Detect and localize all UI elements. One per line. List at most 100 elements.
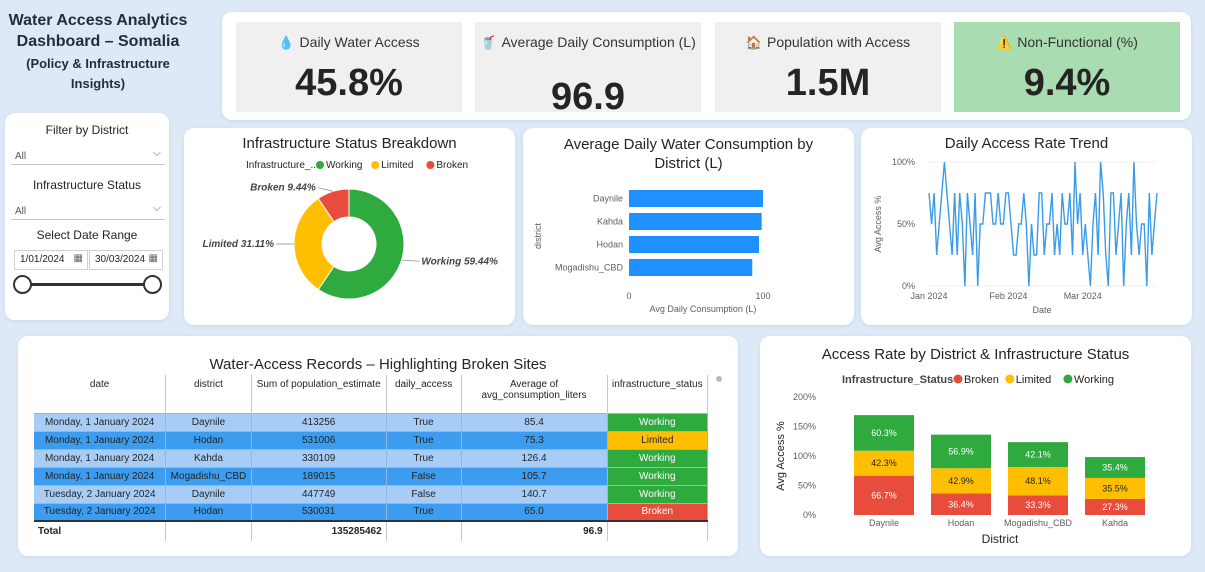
table-row[interactable]: Monday, 1 January 2024 Mogadishu_CBD 18901… (34, 466, 709, 485)
table-cell: Limited (607, 430, 709, 449)
table-cell: Daynile (165, 412, 252, 431)
x-tick-label: Mogadishu_CBD (1004, 518, 1073, 528)
total-population: 135285462 (251, 520, 387, 541)
date-slider-track[interactable] (23, 283, 157, 286)
column-header[interactable]: Average of avg_consumption_liters (461, 375, 608, 413)
y-tick-label: 50% (798, 481, 816, 491)
data-label: 48.1% (1025, 476, 1051, 486)
kpi-value: 45.8% (295, 62, 403, 104)
infra-status-dropdown[interactable]: All ⌵ (11, 200, 165, 220)
slice-label: Limited 31.11% (202, 239, 274, 250)
table-row[interactable]: Monday, 1 January 2024 Kahda 330109 True 126… (34, 448, 709, 467)
column-header[interactable]: date (34, 375, 167, 413)
column-header[interactable]: district (165, 375, 252, 413)
date-end-input[interactable]: 30/03/2024 ▦ (89, 250, 163, 270)
column-header[interactable]: Sum of population_estimate (251, 375, 387, 413)
x-tick-label: Kahda (1102, 518, 1128, 528)
kpi-label: Daily Water Access (299, 34, 420, 50)
table-row[interactable]: Monday, 1 January 2024 Hodan 531006 True 75.… (34, 430, 709, 449)
table-cell: 65.0 (461, 502, 608, 521)
x-tick-label: 0 (626, 291, 631, 301)
table-cell: 531006 (251, 430, 387, 449)
x-axis-label: Date (1032, 305, 1051, 315)
kpi-population: 🏠 Population with Access 1.5M (715, 22, 941, 112)
line-chart: 0% 50% 100% Jan 2024 Feb 2024 Mar 2024 Date Avg… (873, 157, 1158, 315)
kpi-value: 96.9 (551, 76, 625, 118)
title-line-3: (Policy & Infrastructure (26, 56, 170, 71)
y-axis-label: district (533, 223, 543, 250)
data-label: 36.4% (948, 499, 974, 509)
table-row[interactable]: Monday, 1 January 2024 Daynile 413256 True 8… (34, 412, 709, 431)
table-title: Water-Access Records – Highlighting Brok… (209, 356, 547, 373)
table-cell: 189015 (251, 466, 387, 485)
data-label: 60.3% (871, 428, 897, 438)
title-line-4: Insights) (70, 76, 126, 91)
cup-icon: 🥤 (480, 35, 497, 50)
kpi-avg-consumption: 🥤 Average Daily Consumption (L) 96.9 (475, 22, 701, 116)
date-slider-end-handle[interactable] (143, 275, 162, 294)
data-label: 42.9% (948, 476, 974, 486)
data-label: 66.7% (871, 490, 897, 500)
legend-marker (316, 161, 324, 169)
data-label: 42.1% (1025, 450, 1051, 460)
slice-label: Working 59.44% (421, 256, 498, 267)
kpi-non-functional: ⚠️ Non-Functional (%) 9.4% (954, 22, 1180, 112)
slice-leader-line (401, 259, 420, 262)
district-dropdown[interactable]: All ⌵ (11, 145, 165, 165)
table-cell: Tuesday, 2 January 2024 (34, 502, 167, 521)
table-cell: Daynile (165, 484, 252, 503)
calendar-icon[interactable]: ▦ (149, 253, 158, 264)
table-cell: 413256 (251, 412, 387, 431)
table-cell: False (386, 466, 462, 485)
column-header[interactable]: infrastructure_status (607, 375, 709, 413)
table-cell: Hodan (165, 502, 252, 521)
total-label: Total (34, 520, 167, 541)
table-cell: 126.4 (461, 448, 608, 467)
legend-item: Limited (1016, 374, 1051, 386)
kpi-label: Population with Access (766, 34, 911, 50)
infra-dropdown-value: All (15, 206, 27, 217)
table-cell: Hodan (165, 430, 252, 449)
y-tick-label: 100% (892, 157, 915, 167)
table-row[interactable]: Tuesday, 2 January 2024 Daynile 447749 Fals… (34, 484, 709, 503)
category-label: Daynile (593, 194, 623, 204)
bar (629, 236, 759, 253)
date-start-input[interactable]: 1/01/2024 ▦ (14, 250, 88, 270)
bar-chart: Daynile Kahda Hodan Mogadishu_CBD 0 100 Avg Da… (533, 190, 771, 314)
kpi-value: 9.4% (1023, 62, 1111, 104)
records-table: date district Sum of population_estimate… (34, 375, 709, 541)
stacked-bar-chart: Infrastructure_Status Broken Limited Workin… (775, 374, 1145, 546)
legend-item: Broken (436, 160, 468, 171)
legend-marker (371, 161, 380, 169)
x-tick-label: Hodan (948, 518, 975, 528)
table-cell: True (386, 430, 462, 449)
legend-item: Working (1074, 374, 1114, 386)
table-row[interactable]: Tuesday, 2 January 2024 Hodan 530031 True 65… (34, 502, 709, 521)
legend-marker (1063, 374, 1073, 384)
table-cell: Monday, 1 January 2024 (34, 466, 167, 485)
calendar-icon[interactable]: ▦ (74, 253, 83, 264)
date-slider-start-handle[interactable] (13, 275, 32, 294)
category-label: Hodan (596, 240, 623, 250)
table-scrollbar[interactable] (716, 376, 722, 382)
x-tick-label: Mar 2024 (1064, 291, 1102, 301)
data-label: 42.3% (871, 458, 897, 468)
table-cell: True (386, 448, 462, 467)
legend-item: Working (326, 160, 363, 171)
consumption-by-district-card: Average Daily Water Consumption by Distr… (523, 128, 854, 325)
legend-item: Broken (964, 374, 999, 386)
category-label: Kahda (597, 217, 623, 227)
table-cell: True (386, 502, 462, 521)
y-tick-label: 0% (902, 281, 915, 291)
column-header[interactable]: daily_access (386, 375, 462, 413)
table-cell: 105.7 (461, 466, 608, 485)
table-cell: 75.3 (461, 430, 608, 449)
district-filter-label: Filter by District (45, 123, 129, 137)
y-tick-label: 0% (803, 510, 816, 520)
infra-status-card: Infrastructure Status Breakdown Infrastr… (184, 128, 515, 325)
bar (629, 213, 762, 230)
data-label: 27.3% (1102, 502, 1128, 512)
total-consumption: 96.9 (461, 520, 608, 541)
table-cell: Working (607, 484, 709, 503)
x-tick-label: Daynile (869, 518, 899, 528)
